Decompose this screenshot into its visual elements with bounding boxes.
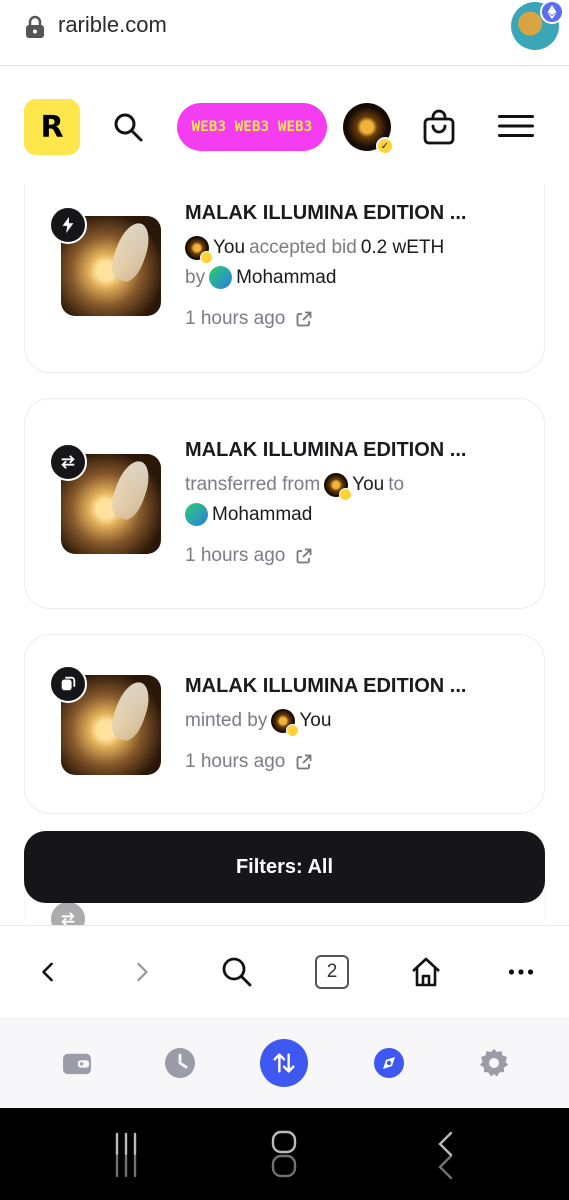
- lock-icon: [26, 15, 44, 38]
- nft-title[interactable]: MALAK ILLUMINA EDITION ...: [185, 439, 466, 462]
- history-icon[interactable]: [156, 1039, 204, 1087]
- activity-time[interactable]: 1 hours ago: [185, 308, 313, 330]
- home-button-icon[interactable]: [270, 1130, 298, 1178]
- back-icon[interactable]: [30, 954, 66, 990]
- back-button-icon[interactable]: [434, 1130, 458, 1180]
- actor-name[interactable]: You: [352, 474, 384, 496]
- forward-icon[interactable]: [124, 954, 160, 990]
- actor-name[interactable]: You: [299, 710, 331, 732]
- lightning-icon: [49, 206, 87, 244]
- transfer-icon: [49, 900, 87, 925]
- tab-count: 2: [315, 955, 349, 989]
- transfer-icon: [49, 443, 87, 481]
- activity-time[interactable]: 1 hours ago: [185, 751, 313, 773]
- search-icon[interactable]: [219, 954, 255, 990]
- filters-button[interactable]: Filters: All: [24, 831, 545, 903]
- external-link-icon[interactable]: [295, 753, 313, 771]
- android-navigation-bar: [0, 1108, 569, 1200]
- activity-card[interactable]: MALAK ILLUMINA EDITION ... transferred f…: [24, 398, 545, 609]
- counterparty-avatar[interactable]: [185, 503, 208, 526]
- ethereum-icon: [540, 0, 564, 24]
- hamburger-menu-icon[interactable]: [498, 115, 534, 137]
- activity-description: You accepted bid 0.2 wETH: [185, 236, 445, 264]
- swap-icon[interactable]: [260, 1039, 308, 1087]
- actor-avatar[interactable]: [185, 236, 213, 264]
- search-icon[interactable]: [112, 111, 144, 143]
- counterparty-avatar[interactable]: [209, 266, 233, 289]
- browser-address-bar[interactable]: rarible.com: [0, 0, 569, 66]
- actor-name[interactable]: You: [213, 237, 245, 259]
- wallet-app-bar: [0, 1017, 569, 1108]
- nft-title[interactable]: MALAK ILLUMINA EDITION ...: [185, 202, 466, 225]
- external-link-icon[interactable]: [295, 310, 313, 328]
- actor-avatar[interactable]: [271, 709, 300, 737]
- counterparty-name[interactable]: Mohammad: [212, 504, 312, 526]
- browser-bottom-nav: 2: [0, 925, 569, 1017]
- settings-icon[interactable]: [470, 1039, 518, 1087]
- actor-avatar[interactable]: [324, 473, 353, 501]
- activity-counterparty-line: by Mohammad: [185, 266, 337, 289]
- discover-icon[interactable]: [365, 1039, 413, 1087]
- wallet-icon[interactable]: [53, 1039, 101, 1087]
- tabs-icon[interactable]: 2: [314, 954, 350, 990]
- site-header: R WEB3 WEB3 WEB3 ✓: [0, 67, 569, 185]
- activity-card[interactable]: MALAK ILLUMINA EDITION ... You accepted …: [24, 185, 545, 373]
- rarible-logo[interactable]: R: [24, 99, 80, 155]
- more-icon[interactable]: [503, 954, 539, 990]
- web3-promo-pill[interactable]: WEB3 WEB3 WEB3: [177, 103, 327, 151]
- counterparty-name[interactable]: Mohammad: [236, 267, 336, 289]
- activity-description: transferred from You to: [185, 473, 404, 501]
- shopping-bag-icon[interactable]: [422, 109, 456, 145]
- activity-card[interactable]: MALAK ILLUMINA EDITION ... minted by You…: [24, 634, 545, 814]
- activity-time[interactable]: 1 hours ago: [185, 545, 313, 567]
- verified-badge-icon: ✓: [376, 137, 394, 155]
- url-text[interactable]: rarible.com: [58, 12, 167, 38]
- nft-title[interactable]: MALAK ILLUMINA EDITION ...: [185, 675, 466, 698]
- activity-feed[interactable]: MALAK ILLUMINA EDITION ... You accepted …: [0, 185, 569, 925]
- home-icon[interactable]: [408, 954, 444, 990]
- activity-description: minted by You: [185, 709, 331, 737]
- bid-amount: 0.2 wETH: [360, 237, 445, 258]
- activity-counterparty-line: Mohammad: [185, 503, 312, 526]
- external-link-icon[interactable]: [295, 547, 313, 565]
- recent-apps-icon[interactable]: [112, 1132, 140, 1178]
- mint-icon: [49, 665, 87, 703]
